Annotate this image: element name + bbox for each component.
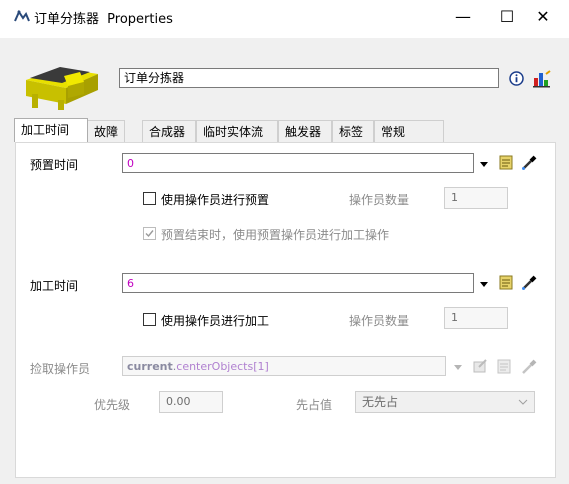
tab-label: 故障 xyxy=(94,125,119,139)
code-member: centerObjects[1] xyxy=(176,360,269,373)
window-title: 订单分拣器 Properties xyxy=(34,8,173,27)
chevron-down-icon[interactable] xyxy=(453,362,463,372)
minimize-icon: — xyxy=(455,7,471,26)
object-name-input[interactable]: 订单分拣器 xyxy=(119,68,499,88)
code-template-icon[interactable] xyxy=(497,153,515,171)
process-time-label: 加工时间 xyxy=(30,279,79,293)
maximize-icon: ☐ xyxy=(499,7,515,26)
process-operator-count-field[interactable]: 1 xyxy=(444,307,508,329)
tab-flow[interactable]: 临时实体流 xyxy=(196,120,278,142)
same-operator-label: 预置结束时，使用预置操作员进行加工操作 xyxy=(161,228,390,242)
preempt-select[interactable]: 无先占 xyxy=(355,391,535,413)
tab-labels[interactable]: 标签 xyxy=(332,120,374,142)
process-operator-count-label: 操作员数量 xyxy=(349,314,410,328)
pick-operator-label: 捡取操作员 xyxy=(30,362,91,376)
tab-label: 临时实体流 xyxy=(203,125,264,139)
sampler-eyedropper-icon[interactable] xyxy=(520,272,540,292)
sampler-eyedropper-icon[interactable] xyxy=(520,152,540,172)
close-icon: ✕ xyxy=(536,7,550,26)
sampler-eyedropper-icon[interactable] xyxy=(520,356,540,376)
pick-operator-field[interactable]: current.centerObjects[1] xyxy=(122,356,446,376)
process-time-field[interactable]: 6 xyxy=(122,273,474,293)
object-thumbnail-icon xyxy=(26,67,98,110)
tab-combiner[interactable]: 合成器 xyxy=(142,120,196,142)
tab-breakdowns[interactable]: 故障 xyxy=(87,120,125,142)
tab-triggers[interactable]: 触发器 xyxy=(278,120,332,142)
priority-label: 优先级 xyxy=(94,398,131,412)
chevron-down-icon[interactable] xyxy=(479,159,489,169)
setup-time-label: 预置时间 xyxy=(30,158,79,172)
code-keyword: current xyxy=(127,360,173,373)
chevron-down-icon[interactable] xyxy=(479,279,489,289)
tab-general[interactable]: 常规 xyxy=(374,120,444,142)
preempt-label: 先占值 xyxy=(296,398,333,412)
info-icon[interactable] xyxy=(509,71,524,86)
check-icon xyxy=(145,230,154,238)
same-operator-checkbox[interactable] xyxy=(143,227,156,240)
chevron-down-icon xyxy=(518,399,528,405)
tab-label: 合成器 xyxy=(149,125,186,139)
stats-icon[interactable] xyxy=(532,70,552,88)
window-title-suffix: Properties xyxy=(107,12,173,27)
use-operators-setup-checkbox[interactable] xyxy=(143,192,156,205)
tab-label: 标签 xyxy=(339,125,364,139)
use-operators-process-checkbox[interactable] xyxy=(143,313,156,326)
setup-operator-count-field[interactable]: 1 xyxy=(444,187,508,209)
window-title-name: 订单分拣器 xyxy=(34,12,100,27)
code-template-icon[interactable] xyxy=(495,357,513,375)
preempt-select-value: 无先占 xyxy=(362,395,399,409)
priority-field[interactable]: 0.00 xyxy=(159,391,223,413)
tab-process-time[interactable]: 加工时间 xyxy=(14,118,88,142)
use-operators-setup-label: 使用操作员进行预置 xyxy=(161,193,270,207)
tab-label: 触发器 xyxy=(285,125,322,139)
tab-label: 常规 xyxy=(381,125,406,139)
close-button[interactable]: ✕ xyxy=(520,0,566,34)
edit-properties-icon[interactable] xyxy=(471,357,489,375)
minimize-button[interactable]: — xyxy=(440,0,486,34)
use-operators-process-label: 使用操作员进行加工 xyxy=(161,314,270,328)
setup-time-field[interactable]: 0 xyxy=(122,153,474,173)
tab-label: 加工时间 xyxy=(21,123,70,137)
conveyor-app-icon xyxy=(14,9,30,22)
setup-operator-count-label: 操作员数量 xyxy=(349,193,410,207)
code-template-icon[interactable] xyxy=(497,273,515,291)
